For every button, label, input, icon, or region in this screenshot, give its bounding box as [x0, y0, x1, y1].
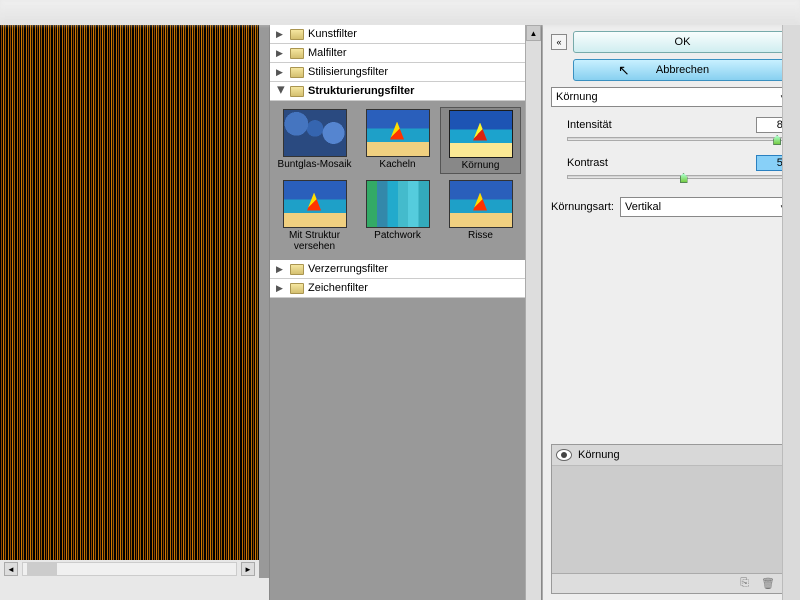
- layer-footer: ⎘ 🗑: [552, 573, 791, 593]
- thumb-label: Risse: [442, 230, 519, 241]
- tree-label: Kunstfilter: [308, 28, 357, 40]
- folder-icon: [290, 29, 304, 40]
- tree-label: Malfilter: [308, 47, 347, 59]
- contrast-slider-handle[interactable]: [680, 173, 688, 183]
- disclosure-icon: ▶: [276, 86, 287, 96]
- visibility-eye-icon[interactable]: [556, 449, 572, 461]
- collapse-panel-button[interactable]: «: [551, 34, 567, 50]
- preview-panel: ◄ ►: [0, 25, 270, 600]
- filter-tree: ▶ Kunstfilter ▶ Malfilter ▶ Stilisierungsfi…: [270, 25, 541, 600]
- dropdown-value: Körnung: [556, 91, 598, 103]
- disclosure-icon: ▶: [276, 264, 286, 275]
- scroll-track[interactable]: [22, 562, 237, 576]
- cursor-icon: ↖: [618, 62, 630, 79]
- thumb-kacheln[interactable]: Kacheln: [357, 107, 438, 174]
- layer-empty-area: [552, 466, 791, 573]
- preview-h-scrollbar[interactable]: ◄ ►: [0, 560, 259, 578]
- new-layer-icon[interactable]: ⎘: [740, 577, 749, 590]
- control-panel: « OK ↖ Abbrechen Körnung ▼ Intensität: [542, 25, 800, 600]
- ok-button[interactable]: OK: [573, 31, 792, 53]
- thumb-patchwork[interactable]: Patchwork: [357, 178, 438, 254]
- scroll-thumb[interactable]: [27, 563, 57, 575]
- right-edge-panel: [782, 25, 800, 600]
- window-titlebar: [0, 0, 800, 25]
- tree-item-malfilter[interactable]: ▶ Malfilter: [270, 44, 525, 63]
- zoom-bar: [0, 578, 269, 600]
- tree-label: Verzerrungsfilter: [308, 263, 388, 275]
- folder-icon: [290, 283, 304, 294]
- layer-row[interactable]: Körnung: [552, 445, 791, 466]
- thumb-label: Kacheln: [359, 159, 436, 170]
- folder-icon: [290, 264, 304, 275]
- filter-tree-panel: ▶ Kunstfilter ▶ Malfilter ▶ Stilisierungsfi…: [270, 25, 542, 600]
- dropdown-value: Vertikal: [625, 201, 661, 213]
- thumb-preview: [449, 180, 513, 228]
- scroll-up-icon[interactable]: ▲: [526, 25, 541, 41]
- scroll-right-icon[interactable]: ►: [241, 562, 255, 576]
- contrast-group: Kontrast: [551, 151, 792, 183]
- tree-item-verzerrungsfilter[interactable]: ▶ Verzerrungsfilter: [270, 260, 525, 279]
- thumb-koernung[interactable]: Körnung: [440, 107, 521, 174]
- intensity-slider[interactable]: [567, 137, 792, 141]
- thumb-preview: [366, 109, 430, 157]
- thumb-preview: [366, 180, 430, 228]
- disclosure-icon: ▶: [276, 48, 286, 59]
- contrast-label: Kontrast: [567, 157, 608, 169]
- preview-image[interactable]: [0, 25, 259, 560]
- effect-layers-panel: Körnung ⎘ 🗑: [551, 444, 792, 594]
- trash-icon[interactable]: 🗑: [761, 577, 775, 590]
- cancel-label: Abbrechen: [656, 64, 709, 76]
- filter-select-dropdown[interactable]: Körnung ▼: [551, 87, 792, 107]
- tree-item-strukturierungsfilter[interactable]: ▶ Strukturierungsfilter: [270, 82, 525, 101]
- disclosure-icon: ▶: [276, 67, 286, 78]
- thumb-preview: [283, 180, 347, 228]
- thumb-buntglas-mosaik[interactable]: Buntglas-Mosaik: [274, 107, 355, 174]
- disclosure-icon: ▶: [276, 29, 286, 40]
- thumb-preview: [449, 110, 513, 158]
- contrast-slider[interactable]: [567, 175, 792, 179]
- ok-label: OK: [675, 36, 691, 48]
- thumb-mit-struktur[interactable]: Mit Struktur versehen: [274, 178, 355, 254]
- tree-item-zeichenfilter[interactable]: ▶ Zeichenfilter: [270, 279, 525, 298]
- intensity-slider-handle[interactable]: [773, 135, 781, 145]
- grain-type-label: Körnungsart:: [551, 201, 614, 213]
- tree-item-kunstfilter[interactable]: ▶ Kunstfilter: [270, 25, 525, 44]
- thumb-label: Patchwork: [359, 230, 436, 241]
- tree-label: Stilisierungsfilter: [308, 66, 388, 78]
- grain-type-row: Körnungsart: Vertikal ▼: [551, 197, 792, 217]
- scroll-left-icon[interactable]: ◄: [4, 562, 18, 576]
- tree-v-scrollbar[interactable]: ▲: [525, 25, 541, 600]
- thumb-label: Körnung: [443, 160, 518, 171]
- grain-type-dropdown[interactable]: Vertikal ▼: [620, 197, 792, 217]
- thumb-preview: [283, 109, 347, 157]
- folder-icon: [290, 48, 304, 59]
- disclosure-icon: ▶: [276, 283, 286, 294]
- intensity-label: Intensität: [567, 119, 612, 131]
- tree-label: Zeichenfilter: [308, 282, 368, 294]
- folder-icon: [290, 67, 304, 78]
- tree-label: Strukturierungsfilter: [308, 85, 414, 97]
- main-area: ◄ ► ▶ Kunstfilter ▶ Malfilter ▶ Stilisierun…: [0, 25, 800, 600]
- thumb-label: Buntglas-Mosaik: [276, 159, 353, 170]
- filter-thumbnails: Buntglas-Mosaik Kacheln Körnung Mit Stru…: [270, 101, 525, 260]
- thumb-label: Mit Struktur versehen: [276, 230, 353, 252]
- thumb-risse[interactable]: Risse: [440, 178, 521, 254]
- cancel-button[interactable]: ↖ Abbrechen: [573, 59, 792, 81]
- tree-item-stilisierungsfilter[interactable]: ▶ Stilisierungsfilter: [270, 63, 525, 82]
- folder-icon: [290, 86, 304, 97]
- intensity-group: Intensität: [551, 113, 792, 145]
- layer-name: Körnung: [578, 449, 620, 461]
